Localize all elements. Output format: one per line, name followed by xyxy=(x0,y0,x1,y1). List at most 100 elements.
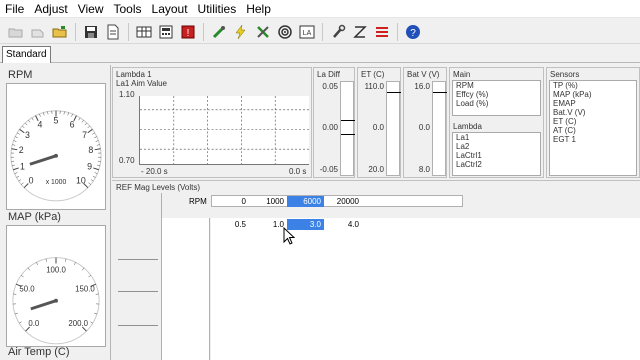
rpm-multiplier: x 1000 xyxy=(46,179,67,186)
map-gauge: 0.0 50.0 100.0 150.0 200.0 xyxy=(6,225,106,347)
bat-v-mid: 0.0 xyxy=(418,123,430,132)
rpm-cell[interactable]: 20000 xyxy=(324,196,362,207)
wrench-icon[interactable] xyxy=(328,22,348,42)
map-tick-label: 0.0 xyxy=(28,319,40,328)
la-diff-meter xyxy=(340,81,355,176)
bat-v-bar: Bat V (V) 16.0 0.0 8.0 xyxy=(403,67,447,178)
list-item[interactable]: RPM xyxy=(453,81,540,90)
lambda-y-min: 0.70 xyxy=(119,156,135,165)
rpm-tick-label: 3 xyxy=(25,130,30,140)
list-item[interactable]: EMAP xyxy=(550,99,636,108)
document-icon[interactable] xyxy=(103,22,123,42)
air-temp-gauge-title: Air Temp (C) xyxy=(8,346,70,358)
lambda-chart-subtitle: La1 Aim Value xyxy=(116,79,167,88)
menu-file[interactable]: File xyxy=(0,0,29,18)
rpm-dial: 01 234 5 678 910 x 1000 xyxy=(10,110,102,202)
svg-text:?: ? xyxy=(410,28,416,39)
menu-help[interactable]: Help xyxy=(241,0,276,18)
main-group-title: Main xyxy=(453,70,471,79)
menu-layout[interactable]: Layout xyxy=(147,0,193,18)
rpm-cell-selected[interactable]: 6000 xyxy=(287,196,324,207)
et-top: 110.0 xyxy=(364,82,384,91)
list-item[interactable]: LaCtrl2 xyxy=(453,160,540,169)
la-icon[interactable]: LA xyxy=(297,22,317,42)
list-item[interactable]: Effcy (%) xyxy=(453,90,540,99)
wrench-green-icon[interactable] xyxy=(209,22,229,42)
lambda-list[interactable]: La1 La2 LaCtrl1 LaCtrl2 xyxy=(452,132,541,176)
tools-icon[interactable] xyxy=(253,22,273,42)
rpm-tick-label: 9 xyxy=(87,162,92,172)
et-meter xyxy=(386,81,401,176)
sensors-list[interactable]: TP (%) MAP (kPa) EMAP Bat.V (V) ET (C) A… xyxy=(549,80,637,176)
et-title: ET (C) xyxy=(361,70,385,79)
ref-mag-panel: REF Mag Levels (Volts) RPM 0 1000 6000 2… xyxy=(112,180,640,360)
bat-v-top: 16.0 xyxy=(414,82,430,91)
la-diff-bar: La Diff 0.05 0.00 -0.05 xyxy=(313,67,355,178)
toolbar-separator xyxy=(322,22,323,41)
map-tick-label: 150.0 xyxy=(75,285,95,294)
list-item[interactable]: ET (C) xyxy=(550,117,636,126)
rpm-cell[interactable]: 1000 xyxy=(249,196,287,207)
rpm-axis-label: RPM xyxy=(189,197,207,206)
rpm-tick-label: 2 xyxy=(19,145,24,155)
red-bars-icon[interactable] xyxy=(372,22,392,42)
table-body xyxy=(211,218,640,360)
list-item[interactable]: Bat.V (V) xyxy=(550,108,636,117)
map-gauge-title: MAP (kPa) xyxy=(8,211,61,223)
rpm-gauge: 0 1 2 3 4 5 6 7 8 9 10 x 1000 xyxy=(6,83,106,210)
toolbar-separator xyxy=(75,22,76,41)
list-item[interactable]: LaCtrl1 xyxy=(453,151,540,160)
ref-mag-grid: RPM 0 1000 6000 20000 0.5 1.0 3.0 4.0 xyxy=(112,193,640,360)
list-item[interactable]: La1 xyxy=(453,133,540,142)
et-mid: 0.0 xyxy=(372,123,384,132)
calculator-icon[interactable] xyxy=(156,22,176,42)
z-icon[interactable] xyxy=(350,22,370,42)
bat-v-title: Bat V (V) xyxy=(407,70,440,79)
mouse-cursor-icon xyxy=(283,227,295,245)
volt-cell[interactable]: 0.5 xyxy=(212,219,249,230)
list-item[interactable]: Load (%) xyxy=(453,99,540,108)
lambda-y-max: 1.10 xyxy=(119,90,135,99)
main-list[interactable]: RPM Effcy (%) Load (%) xyxy=(452,80,541,116)
sensors-group-title: Sensors xyxy=(550,70,580,79)
et-bar: ET (C) 110.0 0.0 20.0 xyxy=(357,67,401,178)
map-tick-label: 100.0 xyxy=(46,265,66,274)
help-icon[interactable]: ? xyxy=(403,22,423,42)
folder-up-icon[interactable] xyxy=(50,22,70,42)
alert-icon[interactable]: ! xyxy=(178,22,198,42)
et-bottom: 20.0 xyxy=(368,165,384,174)
table-icon[interactable] xyxy=(134,22,154,42)
list-item[interactable]: TP (%) xyxy=(550,81,636,90)
list-item[interactable]: AT (C) xyxy=(550,126,636,135)
volt-cell[interactable]: 1.0 xyxy=(249,219,287,230)
rpm-tick-label: 7 xyxy=(82,130,87,140)
gauge-column: RPM 0 1 2 3 4 5 6 7 8 9 10 x 1000 MAP (kPa) 0.0 50.… xyxy=(0,65,111,360)
rpm-tick-label: 10 xyxy=(76,176,86,186)
list-item[interactable]: EGT 1 xyxy=(550,135,636,144)
rpm-gauge-title: RPM xyxy=(8,69,33,81)
rpm-tick-label: 5 xyxy=(54,115,59,125)
target-icon[interactable] xyxy=(275,22,295,42)
lightning-icon[interactable] xyxy=(231,22,251,42)
toolbar-separator xyxy=(397,22,398,41)
lambda-x-left: - 20.0 s xyxy=(141,167,168,176)
list-item[interactable]: La2 xyxy=(453,142,540,151)
svg-text:LA: LA xyxy=(303,30,312,37)
menu-tools[interactable]: Tools xyxy=(109,0,147,18)
open-folder-icon[interactable] xyxy=(6,22,26,42)
menu-view[interactable]: View xyxy=(73,0,109,18)
lambda-group-title: Lambda xyxy=(453,122,482,131)
tab-standard[interactable]: Standard xyxy=(2,46,51,63)
rpm-cell[interactable]: 0 xyxy=(212,196,249,207)
tab-bar: Standard xyxy=(0,45,640,63)
toolbar: ! LA ? xyxy=(0,20,640,44)
map-tick-label: 50.0 xyxy=(19,285,35,294)
axis-label-cell xyxy=(162,218,210,360)
back-icon[interactable] xyxy=(28,22,48,42)
save-icon[interactable] xyxy=(81,22,101,42)
lambda-plot-area xyxy=(139,96,309,165)
volt-cell[interactable]: 4.0 xyxy=(324,219,362,230)
menu-utilities[interactable]: Utilities xyxy=(193,0,242,18)
list-item[interactable]: MAP (kPa) xyxy=(550,90,636,99)
menu-adjust[interactable]: Adjust xyxy=(29,0,72,18)
